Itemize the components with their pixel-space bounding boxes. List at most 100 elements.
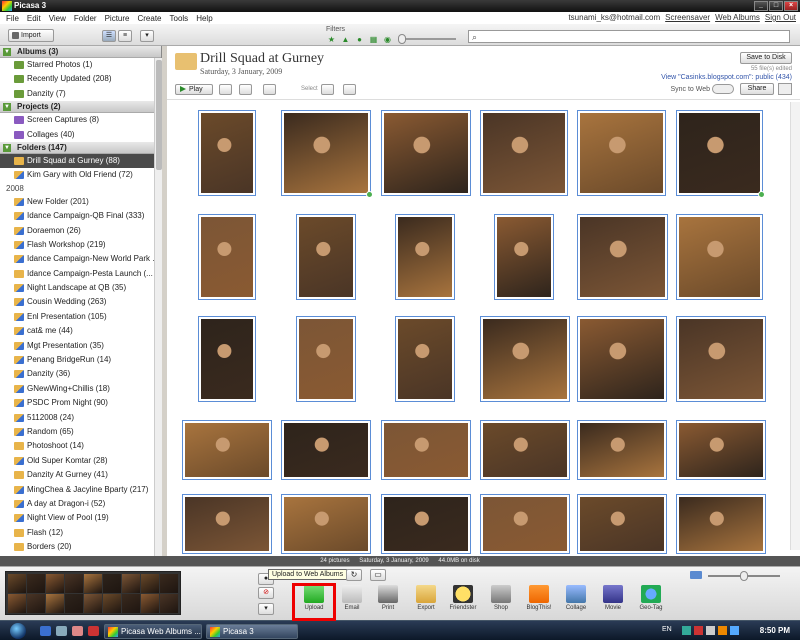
menu-picture[interactable]: Picture <box>101 14 134 23</box>
tray-thumbnail[interactable] <box>122 594 140 613</box>
photo-thumbnail[interactable] <box>494 214 554 300</box>
tree-view-button[interactable]: ≡ <box>118 30 132 42</box>
menu-tools[interactable]: Tools <box>166 14 193 23</box>
scroll-thumb[interactable] <box>156 60 162 170</box>
folders-header[interactable]: ▼ Folders (147) <box>0 141 161 154</box>
photo-thumbnail[interactable] <box>676 110 765 198</box>
language-indicator[interactable]: EN <box>662 626 672 633</box>
photo-thumbnail[interactable] <box>676 494 766 554</box>
play-button[interactable]: Play <box>175 84 213 95</box>
folder-item[interactable]: Idance Campaign-Pesta Launch (... <box>0 267 161 281</box>
folder-item[interactable]: Kim Gary with Old Friend (72) <box>0 168 161 182</box>
photo-thumbnail[interactable] <box>198 316 256 402</box>
date-filter-slider[interactable] <box>398 34 456 44</box>
photo-thumbnail[interactable] <box>676 420 766 480</box>
media-quicklaunch-icon[interactable] <box>72 626 83 636</box>
sign-out-link[interactable]: Sign Out <box>765 12 796 24</box>
folder-item[interactable]: A day at Dragon-i (52) <box>0 497 161 511</box>
movie-button[interactable]: Movie <box>596 585 630 611</box>
photo-thumbnail[interactable] <box>296 316 356 402</box>
friendster-button[interactable]: Friendster <box>446 585 480 611</box>
album-item[interactable]: Starred Photos (1) <box>0 58 161 72</box>
grid-scrollbar[interactable] <box>790 102 800 550</box>
photo-thumbnail[interactable] <box>281 494 371 554</box>
tray-thumbnail[interactable] <box>160 574 178 593</box>
app-quicklaunch-icon[interactable] <box>88 626 99 636</box>
folder-item[interactable]: Danzity (36) <box>0 367 161 381</box>
photo-thumbnail[interactable] <box>395 316 455 402</box>
share-button[interactable]: Share <box>740 83 774 95</box>
tray-thumbnail[interactable] <box>8 594 26 613</box>
search-box[interactable]: ⌕ <box>468 30 790 43</box>
volume-icon[interactable] <box>706 626 715 635</box>
album-item[interactable]: Recently Updated (208) <box>0 72 161 86</box>
folder-item[interactable]: Penang BridgeRun (14) <box>0 353 161 367</box>
menu-help[interactable]: Help <box>192 14 216 23</box>
clock[interactable]: 8:50 PM <box>760 626 790 635</box>
photo-thumbnail[interactable] <box>381 420 471 480</box>
photo-thumbnail[interactable] <box>281 110 373 198</box>
folder-item[interactable]: cat& me (44) <box>0 324 161 338</box>
photo-thumbnail[interactable] <box>577 494 667 554</box>
folder-item[interactable]: Mgt Presentation (35) <box>0 339 161 353</box>
security-icon[interactable] <box>694 626 703 635</box>
photo-thumbnail[interactable] <box>480 316 570 402</box>
taskbar-item-web-albums[interactable]: Picasa Web Albums ... <box>104 624 202 639</box>
photo-tray[interactable] <box>5 571 181 615</box>
folder-item[interactable]: Borders (20) <box>0 540 161 554</box>
photo-thumbnail[interactable] <box>182 420 272 480</box>
tray-thumbnail[interactable] <box>27 574 45 593</box>
tray-thumbnail[interactable] <box>141 594 159 613</box>
tray-thumbnail[interactable] <box>122 574 140 593</box>
collage-button[interactable]: Collage <box>559 585 593 611</box>
slider-knob[interactable] <box>740 571 748 581</box>
info-icon[interactable] <box>778 83 792 95</box>
export-button[interactable]: Export <box>409 585 443 611</box>
geotag-filter-icon[interactable]: ◉ <box>382 35 393 44</box>
shop-button[interactable]: Shop <box>484 585 518 611</box>
photo-thumbnail[interactable] <box>198 110 256 196</box>
folder-item[interactable]: GNewWing+Chillis (18) <box>0 382 161 396</box>
collage-icon[interactable] <box>219 84 232 95</box>
search-input[interactable] <box>483 31 783 42</box>
people-icon[interactable] <box>343 84 356 95</box>
tray-thumbnail[interactable] <box>27 594 45 613</box>
tray-thumbnail[interactable] <box>46 594 64 613</box>
select-toggle-icon[interactable] <box>321 84 334 95</box>
tray-thumbnail[interactable] <box>141 574 159 593</box>
folder-item[interactable]: PSDC Prom Night (90) <box>0 396 161 410</box>
folder-item[interactable]: Danzity At Gurney (41) <box>0 468 161 482</box>
folder-item[interactable]: MingChea & Jacyline Bparty (217) <box>0 483 161 497</box>
folder-item[interactable]: Photoshoot (14) <box>0 439 161 453</box>
collapse-icon[interactable]: ▼ <box>3 143 11 152</box>
people-filter-icon[interactable]: ● <box>354 35 365 44</box>
photo-thumbnail[interactable] <box>676 214 763 300</box>
tray-thumbnail[interactable] <box>84 594 102 613</box>
star-filter-icon[interactable]: ★ <box>326 35 337 44</box>
project-item[interactable]: Collages (40) <box>0 128 161 142</box>
photo-thumbnail[interactable] <box>281 420 371 480</box>
folder-item[interactable]: Enl Presentation (105) <box>0 310 161 324</box>
close-button[interactable]: × <box>784 1 798 11</box>
import-button[interactable]: Import <box>8 29 54 42</box>
folder-item-selected[interactable]: Drill Squad at Gurney (88) <box>0 153 161 169</box>
movie-icon[interactable] <box>239 84 252 95</box>
sort-dropdown-button[interactable]: ▾ <box>140 30 154 42</box>
app-tray-icon[interactable] <box>730 626 739 635</box>
list-view-button[interactable]: ☰ <box>102 30 116 42</box>
projects-header[interactable]: ▼ Projects (2) <box>0 101 161 114</box>
screensaver-link[interactable]: Screensaver <box>665 12 710 24</box>
photo-thumbnail[interactable] <box>480 494 570 554</box>
save-to-disk-button[interactable]: Save to Disk <box>740 52 792 64</box>
folder-item[interactable]: Old Super Komtar (28) <box>0 454 161 468</box>
slider-knob[interactable] <box>398 34 406 44</box>
tray-thumbnail[interactable] <box>46 574 64 593</box>
minimize-button[interactable]: _ <box>754 1 768 11</box>
clear-button[interactable]: ⊘ <box>258 587 274 599</box>
photo-thumbnail[interactable] <box>577 214 668 300</box>
taskbar-item-picasa[interactable]: Picasa 3 <box>206 624 298 639</box>
photo-thumbnail[interactable] <box>676 316 766 402</box>
movie-filter-icon[interactable]: ▦ <box>368 35 379 44</box>
ie-quicklaunch-icon[interactable] <box>40 626 51 636</box>
collapse-icon[interactable]: ▼ <box>3 48 11 56</box>
